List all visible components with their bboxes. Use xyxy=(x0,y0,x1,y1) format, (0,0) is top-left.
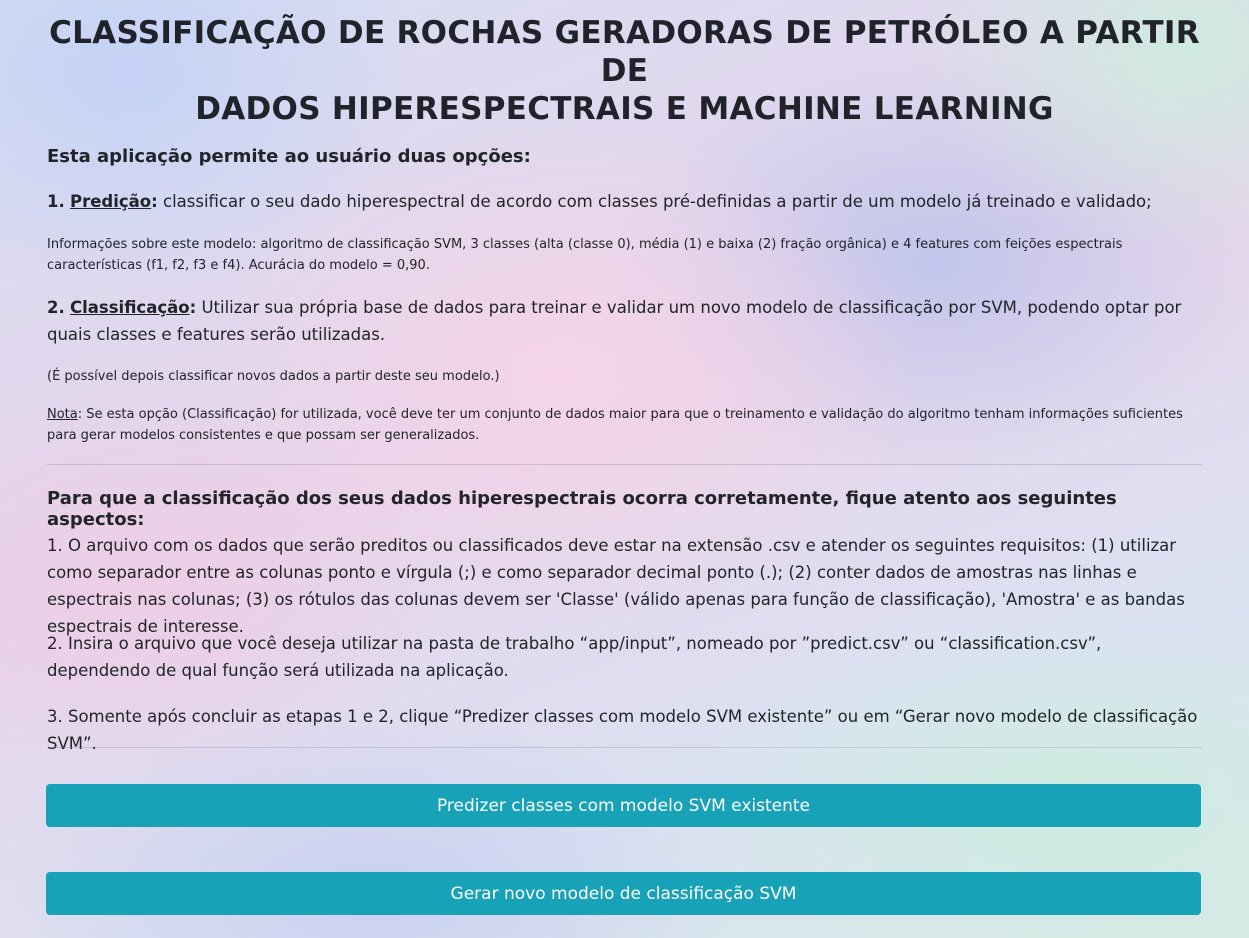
option-prediction: 1. Predição: classificar o seu dado hipe… xyxy=(47,188,1202,215)
divider-top xyxy=(47,464,1202,465)
option-classification-text: Utilizar sua própria base de dados para … xyxy=(47,298,1182,344)
note-paragraph: Nota: Se esta opção (Classificação) for … xyxy=(47,404,1202,446)
option-prediction-number: 1. xyxy=(47,192,65,211)
option-classification: 2. Classificação: Utilizar sua própria b… xyxy=(47,294,1202,348)
note-label: Nota xyxy=(47,407,78,422)
option-prediction-colon: : xyxy=(151,192,158,211)
option-classification-number: 2. xyxy=(47,298,65,317)
intro-title: Esta aplicação permite ao usuário duas o… xyxy=(47,146,531,167)
predict-existing-model-button[interactable]: Predizer classes com modelo SVM existent… xyxy=(46,784,1201,827)
option-classification-label: Classificação xyxy=(70,298,190,317)
aspect-item-1: 1. O arquivo com os dados que serão pred… xyxy=(47,536,1185,636)
aspect-item-3: 3. Somente após concluir as etapas 1 e 2… xyxy=(47,707,1198,753)
possible-note: (É possível depois classificar novos dad… xyxy=(47,369,500,384)
aspects-title: Para que a classificação dos seus dados … xyxy=(47,488,1117,530)
note-text: : Se esta opção (Classificação) for util… xyxy=(47,407,1183,443)
option-prediction-text: classificar o seu dado hiperespectral de… xyxy=(157,192,1152,211)
option-prediction-label: Predição xyxy=(70,192,152,211)
page-title-line2: DADOS HIPERESPECTRAIS E MACHINE LEARNING xyxy=(195,91,1054,127)
divider-bottom xyxy=(47,747,1202,748)
page-title-line1: CLASSIFICAÇÃO DE ROCHAS GERADORAS DE PET… xyxy=(49,15,1200,89)
page: CLASSIFICAÇÃO DE ROCHAS GERADORAS DE PET… xyxy=(0,0,1249,938)
page-title: CLASSIFICAÇÃO DE ROCHAS GERADORAS DE PET… xyxy=(40,14,1209,128)
aspect-item-2: 2. Insira o arquivo que você deseja util… xyxy=(47,634,1102,680)
model-info: Informações sobre este modelo: algoritmo… xyxy=(47,237,1123,273)
generate-new-model-button[interactable]: Gerar novo modelo de classificação SVM xyxy=(46,872,1201,915)
